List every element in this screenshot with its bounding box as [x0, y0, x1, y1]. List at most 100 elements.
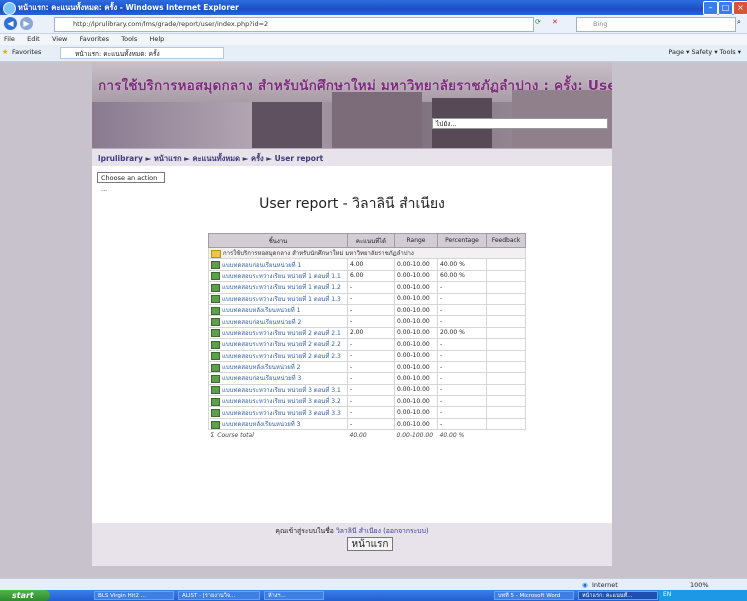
address-url: http://lprulibrary.com/lms/grade/report/… — [73, 20, 269, 28]
browser-tab[interactable]: หน้าแรก: คะแนนทั้งหมด: ครั้ง — [60, 47, 224, 59]
grade-item-link[interactable]: แบบทดสอบระหว่างเรียน หน่วยที่ 3 ตอนที่ 3… — [222, 410, 341, 417]
maximize-button[interactable]: □ — [718, 1, 733, 15]
grade-item-link[interactable]: แบบทดสอบระหว่างเรียน หน่วยที่ 1 ตอนที่ 1… — [222, 296, 341, 303]
grade-item-cell[interactable]: แบบทดสอบหลังเรียนหน่วยที่ 1 — [208, 303, 348, 317]
grade-item-cell[interactable]: แบบทดสอบระหว่างเรียน หน่วยที่ 2 ตอนที่ 2… — [208, 326, 348, 340]
grade-item-cell[interactable]: แบบทดสอบระหว่างเรียน หน่วยที่ 3 ตอนที่ 3… — [208, 383, 348, 397]
action-select[interactable]: Choose an action ... — [97, 172, 165, 193]
taskbar-item[interactable]: BLS Virgin Hit2 ... — [94, 591, 174, 600]
percentage-cell: - — [437, 372, 487, 385]
start-button[interactable]: start — [0, 590, 50, 601]
quiz-icon — [211, 272, 220, 281]
search-icon[interactable]: ⌕ — [737, 18, 741, 27]
grade-row: แบบทดสอบระหว่างเรียน หน่วยที่ 2 ตอนที่ 2… — [208, 349, 526, 362]
grade-row: แบบทดสอบหลังเรียนหน่วยที่ 1 -0.00-10.00- — [208, 303, 526, 317]
grade-row: แบบทดสอบหลังเรียนหน่วยที่ 2 -0.00-10.00- — [208, 360, 526, 374]
quiz-icon — [211, 340, 220, 349]
grade-item-cell[interactable]: แบบทดสอบก่อนเรียนหน่วยที่ 3 — [208, 372, 348, 385]
grade-table: ชิ้นงาน คะแนนที่ได้ Range Percentage Fee… — [208, 233, 526, 441]
command-bar-tools[interactable]: Page ▾ Safety ▾ Tools ▾ — [668, 48, 741, 56]
range-cell: 0.00-10.00 — [394, 281, 438, 294]
grade-item-cell[interactable]: แบบทดสอบระหว่างเรียน หน่วยที่ 2 ตอนที่ 2… — [208, 349, 348, 362]
percentage-cell: - — [437, 349, 487, 362]
logout-link[interactable]: (ออกจากระบบ) — [383, 527, 428, 535]
taskbar-item[interactable]: บทที่ 5 - Microsoft Word — [494, 591, 574, 600]
grade-item-link[interactable]: แบบทดสอบก่อนเรียนหน่วยที่ 3 — [222, 375, 301, 382]
user-profile-link[interactable]: วิลาลินี สำเนียง — [336, 527, 381, 535]
grade-item-link[interactable]: แบบทดสอบก่อนเรียนหน่วยที่ 1 — [222, 262, 301, 269]
grade-item-cell[interactable]: แบบทดสอบระหว่างเรียน หน่วยที่ 3 ตอนที่ 3… — [208, 395, 348, 408]
menu-favorites[interactable]: Favorites — [80, 35, 109, 43]
address-bar[interactable]: http://lprulibrary.com/lms/grade/report/… — [54, 17, 534, 32]
grade-item-link[interactable]: แบบทดสอบก่อนเรียนหน่วยที่ 2 — [222, 319, 301, 326]
menu-tools[interactable]: Tools — [121, 35, 137, 43]
page-title: User report - วิลาลินี สำเนียง — [259, 196, 445, 212]
taskbar-item[interactable]: ห้างฯ... — [264, 591, 324, 600]
grade-item-link[interactable]: แบบทดสอบระหว่างเรียน หน่วยที่ 1 ตอนที่ 1… — [222, 273, 341, 280]
feedback-cell — [486, 417, 526, 431]
grade-cell: - — [347, 281, 395, 294]
breadcrumb[interactable]: lprulibrary ► หน้าแรก ► คะแนนทั้งหมด ► ค… — [98, 153, 323, 165]
grade-cell: - — [347, 360, 395, 374]
grade-item-link[interactable]: แบบทดสอบหลังเรียนหน่วยที่ 1 — [222, 307, 300, 314]
favorites-star-icon: ★ — [2, 48, 9, 56]
home-button[interactable]: หน้าแรก — [347, 537, 393, 551]
back-icon[interactable]: ◀ — [4, 17, 17, 30]
menu-help[interactable]: Help — [149, 35, 164, 43]
feedback-cell — [486, 315, 526, 328]
total-feedback — [486, 429, 526, 441]
grade-item-link[interactable]: แบบทดสอบระหว่างเรียน หน่วยที่ 2 ตอนที่ 2… — [222, 353, 341, 360]
course-total-row: Σ Course total 40.00 0.00-100.00 40.00 % — [208, 429, 526, 441]
grade-item-cell[interactable]: แบบทดสอบหลังเรียนหน่วยที่ 2 — [208, 360, 348, 374]
minimize-button[interactable]: – — [703, 1, 718, 15]
grade-row: แบบทดสอบระหว่างเรียน หน่วยที่ 1 ตอนที่ 1… — [208, 292, 526, 305]
quiz-icon — [211, 329, 220, 338]
security-zone: Internet — [592, 581, 618, 589]
grade-item-cell[interactable]: แบบทดสอบระหว่างเรียน หน่วยที่ 1 ตอนที่ 1… — [208, 292, 348, 305]
grade-item-cell[interactable]: แบบทดสอบก่อนเรียนหน่วยที่ 1 — [208, 258, 348, 271]
menu-edit[interactable]: Edit — [27, 35, 40, 43]
grade-item-link[interactable]: แบบทดสอบระหว่างเรียน หน่วยที่ 2 ตอนที่ 2… — [222, 341, 341, 348]
close-button[interactable]: × — [733, 1, 747, 15]
feedback-cell — [486, 303, 526, 317]
grade-item-link[interactable]: แบบทดสอบระหว่างเรียน หน่วยที่ 2 ตอนที่ 2… — [222, 330, 341, 337]
grade-row: แบบทดสอบก่อนเรียนหน่วยที่ 1 4.00 0.00-10.0… — [208, 258, 526, 271]
grade-item-link[interactable]: แบบทดสอบหลังเรียนหน่วยที่ 3 — [222, 421, 300, 428]
menu-file[interactable]: File — [4, 35, 15, 43]
grade-item-cell[interactable]: แบบทดสอบก่อนเรียนหน่วยที่ 2 — [208, 315, 348, 328]
grade-cell: - — [347, 372, 395, 385]
grade-cell: 4.00 — [347, 258, 395, 271]
refresh-icon[interactable]: ⟳ — [535, 18, 541, 26]
search-input[interactable]: Bing — [576, 17, 736, 32]
grade-item-cell[interactable]: แบบทดสอบระหว่างเรียน หน่วยที่ 3 ตอนที่ 3… — [208, 406, 348, 419]
grade-cell: - — [347, 338, 395, 351]
language-indicator[interactable]: EN — [663, 591, 671, 598]
range-cell: 0.00-10.00 — [394, 349, 438, 362]
percentage-cell: - — [437, 303, 487, 317]
range-cell: 0.00-10.00 — [394, 360, 438, 374]
grade-item-cell[interactable]: แบบทดสอบระหว่างเรียน หน่วยที่ 1 ตอนที่ 1… — [208, 269, 348, 283]
range-cell: 0.00-10.00 — [394, 417, 438, 431]
range-cell: 0.00-10.00 — [394, 258, 438, 271]
taskbar-item[interactable]: ALIST - [รายงานวิจ... — [178, 591, 260, 600]
feedback-cell — [486, 383, 526, 397]
range-cell: 0.00-10.00 — [394, 406, 438, 419]
grade-item-cell[interactable]: แบบทดสอบระหว่างเรียน หน่วยที่ 2 ตอนที่ 2… — [208, 338, 348, 351]
grade-item-cell[interactable]: แบบทดสอบระหว่างเรียน หน่วยที่ 1 ตอนที่ 1… — [208, 281, 348, 294]
total-range: 0.00-100.00 — [394, 429, 438, 441]
jump-to-select[interactable]: ไปยัง... — [432, 118, 608, 129]
grade-item-link[interactable]: แบบทดสอบระหว่างเรียน หน่วยที่ 3 ตอนที่ 3… — [222, 398, 341, 405]
taskbar-item-active[interactable]: หน้าแรก: คะแนนทั้... — [578, 591, 658, 600]
stop-icon[interactable]: ✕ — [552, 18, 558, 26]
feedback-cell — [486, 338, 526, 351]
search-placeholder: Bing — [593, 20, 608, 28]
grade-item-cell[interactable]: แบบทดสอบหลังเรียนหน่วยที่ 3 — [208, 417, 348, 431]
grade-item-link[interactable]: แบบทดสอบหลังเรียนหน่วยที่ 2 — [222, 364, 300, 371]
feedback-cell — [486, 292, 526, 305]
menu-view[interactable]: View — [52, 35, 67, 43]
grade-item-link[interactable]: แบบทดสอบระหว่างเรียน หน่วยที่ 1 ตอนที่ 1… — [222, 284, 341, 291]
grade-item-link[interactable]: แบบทดสอบระหว่างเรียน หน่วยที่ 3 ตอนที่ 3… — [222, 387, 341, 394]
zoom-level[interactable]: 100% — [690, 581, 709, 589]
favorites-button[interactable]: Favorites — [12, 48, 41, 56]
forward-icon[interactable]: ▶ — [20, 17, 33, 30]
